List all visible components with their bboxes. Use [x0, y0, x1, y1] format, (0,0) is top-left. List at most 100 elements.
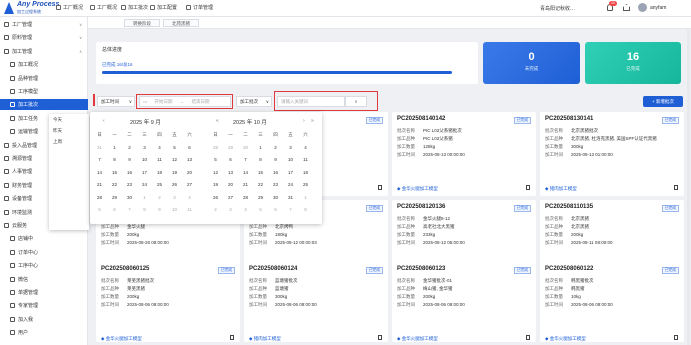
calendar-day[interactable]: 22	[107, 179, 122, 192]
calendar-day[interactable]: 5	[253, 204, 268, 217]
calendar-day[interactable]: 9	[152, 204, 167, 217]
calendar-day[interactable]: 30	[238, 142, 253, 155]
stat-card-done[interactable]: 16 已完成	[585, 42, 681, 84]
sidebar-item[interactable]: 微信	[0, 274, 88, 285]
calendar-day[interactable]: 23	[122, 179, 137, 192]
model-tag[interactable]: ◆ 猪肉加工模型	[249, 336, 281, 342]
batch-card[interactable]: PC202508130141 已完成 批次名称 北京黑猪批次 加工品种 北京黑猪, 杜洛克…	[540, 112, 684, 196]
field-select[interactable]: 加工批次 ∨	[236, 96, 272, 107]
calendar-day[interactable]: 16	[122, 167, 137, 180]
calendar-day[interactable]: 25	[152, 179, 167, 192]
calendar-day[interactable]: 23	[268, 179, 283, 192]
page-tab[interactable]: 北苑黑猪	[163, 19, 199, 27]
time-type-select[interactable]: 加工时间 ∨	[97, 96, 135, 107]
copy-icon[interactable]	[378, 185, 382, 190]
avatar[interactable]	[638, 3, 647, 12]
date-shortcut[interactable]: 上周	[53, 139, 62, 145]
topnav-item[interactable]: 工厂概况	[56, 4, 83, 11]
model-tag[interactable]: ◆ 金华火腿加工模型	[397, 186, 438, 192]
calendar-day[interactable]: 30	[122, 192, 137, 205]
calendar-day[interactable]: 10	[283, 154, 298, 167]
calendar-day[interactable]: 5	[208, 154, 223, 167]
calendar-day[interactable]: 1	[137, 192, 152, 205]
sidebar-item[interactable]: 订单中心	[0, 247, 88, 258]
calendar-day[interactable]: 1	[107, 142, 122, 155]
calendar-day[interactable]: 22	[253, 179, 268, 192]
calendar-day[interactable]: 25	[298, 179, 313, 192]
batch-card[interactable]: PC202508060124 已完成 批次名称 蓝塘猪批次 加工品种 蓝塘猪 加工数量 300…	[244, 262, 388, 342]
calendar-day[interactable]: 17	[283, 167, 298, 180]
calendar-day[interactable]: 29	[223, 142, 238, 155]
calendar-day[interactable]: 3	[137, 142, 152, 155]
batch-card[interactable]: PC202508060122 已完成 批次名称 韩黑猪批次 加工品种 韩黑猪 加工数量 10k…	[540, 262, 684, 342]
calendar-day[interactable]: 18	[298, 167, 313, 180]
calendar-day[interactable]: 9	[268, 154, 283, 167]
sidebar-item[interactable]: 加工管理 ∧	[0, 46, 88, 57]
date-shortcut[interactable]: 今天	[53, 117, 62, 123]
calendar-day[interactable]: 14	[238, 167, 253, 180]
calendar-day[interactable]: 28	[92, 192, 107, 205]
batch-code[interactable]: PC202508130141	[545, 116, 593, 122]
calendar-day[interactable]: 7	[238, 154, 253, 167]
new-batch-button[interactable]: + 新增批次	[643, 96, 683, 107]
calendar-day[interactable]: 19	[208, 179, 223, 192]
calendar-day[interactable]: 4	[182, 192, 197, 205]
calendar-day[interactable]: 8	[107, 154, 122, 167]
calendar-day[interactable]: 3	[167, 192, 182, 205]
batch-card[interactable]: PC202508060125 已完成 批次名称 莱芜黑猪批次 加工品种 莱芜黑猪 加工数量 2…	[96, 262, 240, 342]
model-tag[interactable]: ◆ 猪肉加工模型	[545, 186, 577, 192]
calendar-day[interactable]: 27	[182, 179, 197, 192]
calendar-day[interactable]: 24	[137, 179, 152, 192]
calendar-day[interactable]: 27	[223, 192, 238, 205]
calendar-day[interactable]: 28	[208, 142, 223, 155]
calendar-day[interactable]: 10	[167, 204, 182, 217]
topnav-item[interactable]: 订单管理	[186, 4, 213, 11]
calendar-day[interactable]: 7	[92, 154, 107, 167]
user-name[interactable]: anyfam	[650, 5, 666, 11]
sidebar-item[interactable]: 店铺中	[0, 233, 88, 244]
date-shortcut[interactable]: 昨天	[53, 128, 62, 134]
calendar-day[interactable]: 3	[223, 204, 238, 217]
calendar-day[interactable]: 24	[283, 179, 298, 192]
copy-icon[interactable]	[674, 185, 678, 190]
next-year-button[interactable]: »	[311, 118, 314, 124]
search-button[interactable]: ⌕	[345, 96, 367, 107]
calendar-day[interactable]: 29	[107, 192, 122, 205]
copy-icon[interactable]	[674, 335, 678, 340]
calendar-day[interactable]: 18	[152, 167, 167, 180]
calendar-day[interactable]: 13	[182, 154, 197, 167]
copy-icon[interactable]	[230, 335, 234, 340]
calendar-day[interactable]: 8	[253, 154, 268, 167]
batch-card[interactable]: PC202508060123 已完成 批次名称 金华猪批次-01 加工品种 梅山猪, 金华…	[392, 262, 536, 342]
date-range-input[interactable]: ▭ 开始日期 → 结束日期	[139, 96, 231, 107]
sidebar-item[interactable]: 原料管理 ∨	[0, 32, 88, 43]
calendar-day[interactable]: 21	[92, 179, 107, 192]
calendar-day[interactable]: 29	[253, 192, 268, 205]
sidebar-item[interactable]: 工序模型	[0, 86, 88, 97]
calendar-day[interactable]: 4	[298, 142, 313, 155]
page-scrollbar[interactable]	[687, 30, 690, 345]
calendar-day[interactable]: 16	[268, 167, 283, 180]
stat-card-pending[interactable]: 0 未完成	[483, 42, 580, 84]
calendar-day[interactable]: 6	[268, 204, 283, 217]
model-tag[interactable]: ◆ 金华火腿加工模型	[101, 336, 142, 342]
calendar-day[interactable]: 3	[283, 142, 298, 155]
calendar-day[interactable]: 2	[268, 142, 283, 155]
calendar-day[interactable]: 5	[92, 204, 107, 217]
calendar-day[interactable]: 6	[107, 204, 122, 217]
batch-code[interactable]: PC202508140142	[397, 116, 445, 122]
sidebar-item[interactable]: 用户	[0, 327, 88, 338]
copy-icon[interactable]	[526, 335, 530, 340]
calendar-day[interactable]: 20	[223, 179, 238, 192]
tenant-selector[interactable]: 青岛阳记秋收…	[540, 5, 575, 12]
sidebar-item[interactable]: 工厂管理 ∨	[0, 19, 88, 30]
calendar-day[interactable]: 20	[182, 167, 197, 180]
calendar-day[interactable]: 1	[253, 142, 268, 155]
calendar-day[interactable]: 11	[182, 204, 197, 217]
model-tag[interactable]: ◆ 金华火腿加工模型	[545, 336, 586, 342]
batch-code[interactable]: PC202508060125	[101, 266, 149, 272]
page-tab[interactable]: 转换阶段	[124, 19, 160, 27]
calendar-day[interactable]: 17	[137, 167, 152, 180]
sidebar-item[interactable]: 加工概况	[0, 59, 88, 70]
calendar-day[interactable]: 31	[283, 192, 298, 205]
